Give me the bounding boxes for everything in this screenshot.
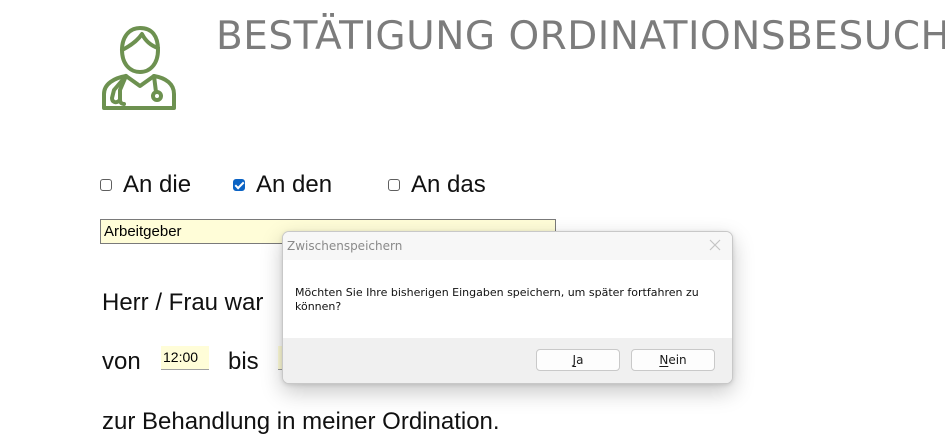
dialog-message: Möchten Sie Ihre bisherigen Eingaben spe… (295, 286, 699, 313)
yes-button[interactable]: Ja (536, 349, 620, 371)
dialog-body: Möchten Sie Ihre bisherigen Eingaben spe… (283, 260, 732, 338)
option-label: An das (411, 171, 486, 198)
dialog-titlebar[interactable]: Zwischenspeichern (283, 232, 732, 260)
no-label-rest: ein (668, 353, 687, 367)
no-button[interactable]: Nein (631, 349, 715, 371)
close-icon[interactable] (708, 238, 722, 252)
option-an-den[interactable]: An den (233, 170, 332, 200)
dialog-footer: Ja Nein (283, 338, 732, 383)
treatment-line: zur Behandlung in meiner Ordination. (102, 408, 500, 435)
yes-label-rest: a (576, 353, 584, 367)
to-label: bis (228, 348, 259, 375)
option-label: An den (256, 171, 333, 198)
page-title: BESTÄTIGUNG ORDINATIONSBESUCH (216, 14, 945, 59)
checkbox-an-den[interactable] (233, 179, 245, 191)
option-label: An die (123, 171, 192, 198)
dialog-title: Zwischenspeichern (287, 239, 403, 253)
checkbox-an-die[interactable] (100, 179, 112, 191)
option-an-das[interactable]: An das (388, 170, 486, 200)
checkbox-an-das[interactable] (388, 179, 400, 191)
time-from-input[interactable]: 12:00 (161, 346, 209, 370)
no-mnemonic: N (659, 353, 669, 367)
save-dialog: Zwischenspeichern Möchten Sie Ihre bishe… (282, 231, 733, 384)
patient-line: Herr / Frau war (102, 289, 264, 316)
from-label: von (102, 348, 141, 375)
form-page: BESTÄTIGUNG ORDINATIONSBESUCH An die An … (0, 0, 945, 445)
doctor-icon (102, 26, 176, 110)
option-an-die[interactable]: An die (100, 170, 191, 200)
